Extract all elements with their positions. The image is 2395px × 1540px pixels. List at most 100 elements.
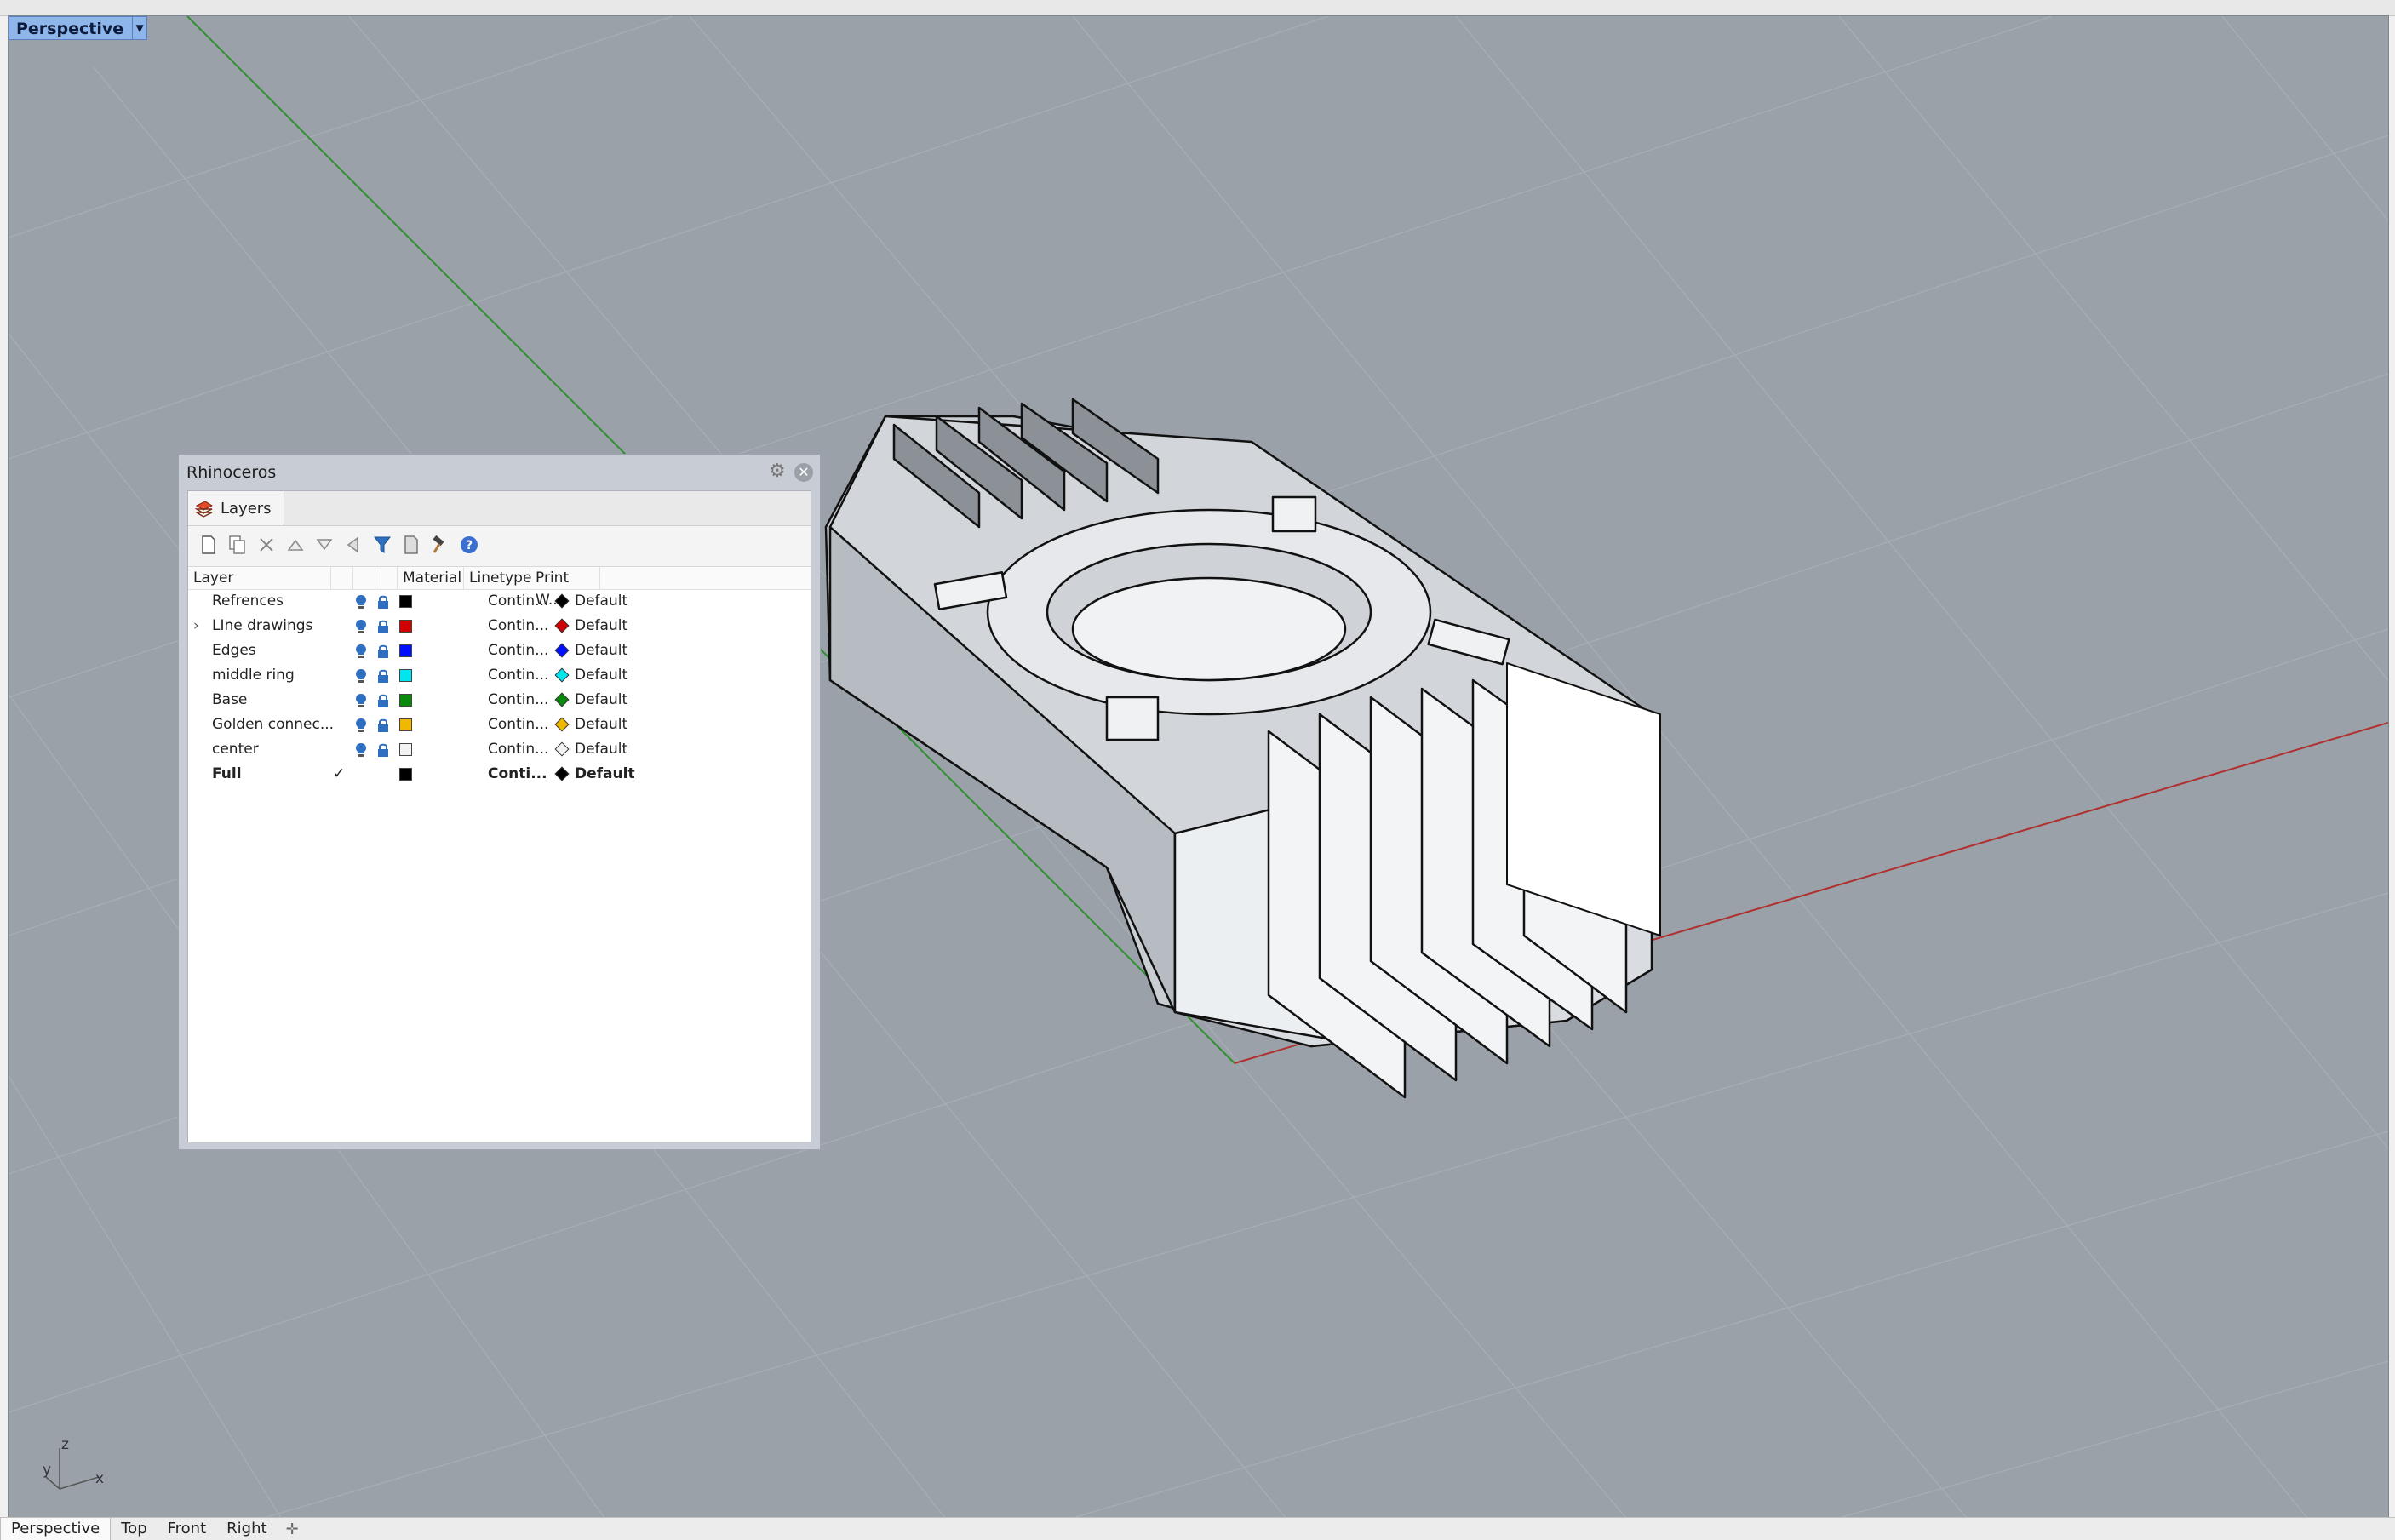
lock-icon[interactable]	[377, 742, 389, 758]
lightbulb-icon[interactable]	[355, 619, 367, 634]
axis-label-x: x	[95, 1470, 105, 1487]
column-header-linetype[interactable]: Linetype	[464, 567, 531, 589]
viewport-tab[interactable]: Perspective	[0, 1518, 112, 1540]
layer-linetype[interactable]: Contin...	[488, 663, 548, 688]
layer-linetype[interactable]: Contin...	[488, 688, 548, 713]
layer-color-swatch[interactable]	[399, 768, 412, 781]
layer-name[interactable]: center	[212, 737, 259, 762]
layer-name[interactable]: Full	[212, 762, 242, 787]
layer-linetype[interactable]: Contin...	[488, 713, 548, 737]
layer-color-swatch[interactable]	[399, 743, 412, 756]
layer-name[interactable]: middle ring	[212, 663, 295, 688]
layer-color-swatch[interactable]	[399, 718, 412, 731]
new-sublayer-icon[interactable]	[226, 533, 249, 557]
axis-label-z: z	[61, 1436, 69, 1453]
layer-name[interactable]: LIne drawings	[212, 614, 312, 638]
layer-linetype[interactable]: Conti...	[488, 762, 547, 787]
layer-tools-icon[interactable]	[399, 533, 423, 557]
layer-print-width[interactable]: Default	[575, 688, 627, 713]
layer-print-width[interactable]: Default	[575, 589, 627, 614]
layer-linetype[interactable]: Contin...	[488, 638, 548, 663]
lightbulb-icon[interactable]	[355, 594, 367, 610]
lock-icon[interactable]	[377, 594, 389, 610]
tools-hammer-icon[interactable]	[428, 533, 452, 557]
add-viewport-icon[interactable]: ✛	[278, 1520, 307, 1538]
layer-print-width[interactable]: Default	[575, 713, 627, 737]
layer-color-swatch[interactable]	[399, 620, 412, 633]
close-icon[interactable]: ✕	[794, 463, 813, 482]
viewport-tab[interactable]: Top	[111, 1518, 157, 1540]
top-toolbar-strip	[0, 0, 2395, 16]
lightbulb-icon[interactable]	[355, 742, 367, 758]
viewport-name-label[interactable]: Perspective	[9, 16, 134, 40]
axes-glyph	[45, 1448, 100, 1490]
svg-text:?: ?	[466, 539, 473, 552]
help-icon[interactable]: ?	[457, 533, 481, 557]
layer-linetype[interactable]: Contin...	[488, 614, 548, 638]
layer-print-width[interactable]: Default	[575, 638, 627, 663]
print-color-diamond-icon	[554, 717, 570, 732]
move-to-parent-icon[interactable]	[341, 533, 365, 557]
layer-linetype[interactable]: Contin...	[488, 589, 548, 614]
layer-row[interactable]: Golden connec... Contin... Default	[188, 713, 811, 737]
viewport-dropdown-icon[interactable]: ▼	[133, 16, 148, 40]
layer-color-swatch[interactable]	[399, 694, 412, 707]
viewport-tabs: Perspective Top Front Right ✛	[0, 1517, 2395, 1540]
lightbulb-icon[interactable]	[355, 644, 367, 659]
lock-icon[interactable]	[377, 619, 389, 634]
new-layer-icon[interactable]	[197, 533, 221, 557]
lock-icon[interactable]	[377, 693, 389, 708]
current-layer-check-icon[interactable]: ✓	[333, 762, 345, 787]
lock-icon[interactable]	[377, 718, 389, 733]
layers-table-header: Layer Material Linetype Print W...	[188, 567, 811, 609]
expand-chevron-icon[interactable]: ›	[193, 614, 199, 638]
layer-color-swatch[interactable]	[399, 644, 412, 657]
layer-print-width[interactable]: Default	[575, 762, 635, 787]
move-up-icon[interactable]	[284, 533, 307, 557]
column-header-color[interactable]	[375, 567, 398, 589]
filter-icon[interactable]	[370, 533, 394, 557]
panel-title: Rhinoceros	[186, 463, 277, 482]
layer-linetype[interactable]: Contin...	[488, 737, 548, 762]
panel-titlebar[interactable]: Rhinoceros ⚙ ✕	[179, 455, 820, 490]
viewport-title[interactable]: Perspective ▼	[9, 16, 148, 40]
layer-row[interactable]: Refrences Contin... Default	[188, 589, 811, 614]
column-header-print-width[interactable]: Print W...	[530, 567, 600, 609]
layer-name[interactable]: Base	[212, 688, 247, 713]
layer-name[interactable]: Refrences	[212, 589, 284, 614]
column-header-lock[interactable]	[353, 567, 375, 589]
layer-row[interactable]: › LIne drawings Contin... Default	[188, 614, 811, 638]
layer-print-width[interactable]: Default	[575, 663, 627, 688]
print-color-diamond-icon	[554, 643, 570, 658]
print-color-diamond-icon	[554, 692, 570, 707]
layer-row[interactable]: Edges Contin... Default	[188, 638, 811, 663]
layers-floating-panel[interactable]: Rhinoceros ⚙ ✕ Layers ? Layer Material L…	[178, 454, 821, 1150]
layer-name[interactable]: Edges	[212, 638, 256, 663]
lightbulb-icon[interactable]	[355, 693, 367, 708]
layer-color-swatch[interactable]	[399, 595, 412, 608]
viewport-tab[interactable]: Front	[158, 1518, 217, 1540]
layer-color-swatch[interactable]	[399, 669, 412, 682]
layer-name[interactable]: Golden connec...	[212, 713, 334, 737]
column-header-material[interactable]: Material	[398, 567, 464, 589]
column-header-layer[interactable]: Layer	[188, 567, 331, 589]
layer-row[interactable]: Base Contin... Default	[188, 688, 811, 713]
tab-layers[interactable]: Layers	[188, 491, 284, 525]
layer-print-width[interactable]: Default	[575, 737, 627, 762]
gear-icon[interactable]: ⚙	[769, 462, 788, 481]
layer-print-width[interactable]: Default	[575, 614, 627, 638]
layer-row[interactable]: middle ring Contin... Default	[188, 663, 811, 688]
print-color-diamond-icon	[554, 667, 570, 683]
move-down-icon[interactable]	[312, 533, 336, 557]
lock-icon[interactable]	[377, 668, 389, 684]
axis-label-y: y	[43, 1462, 52, 1479]
lightbulb-icon[interactable]	[355, 668, 367, 684]
column-header-on[interactable]	[331, 567, 353, 589]
delete-icon[interactable]	[255, 533, 278, 557]
layers-table: Layer Material Linetype Print W... Refre…	[188, 566, 811, 1142]
layer-row[interactable]: Full ✓ Conti... Default	[188, 762, 811, 787]
lightbulb-icon[interactable]	[355, 718, 367, 733]
viewport-tab[interactable]: Right	[216, 1518, 277, 1540]
layer-row[interactable]: center Contin... Default	[188, 737, 811, 762]
lock-icon[interactable]	[377, 644, 389, 659]
